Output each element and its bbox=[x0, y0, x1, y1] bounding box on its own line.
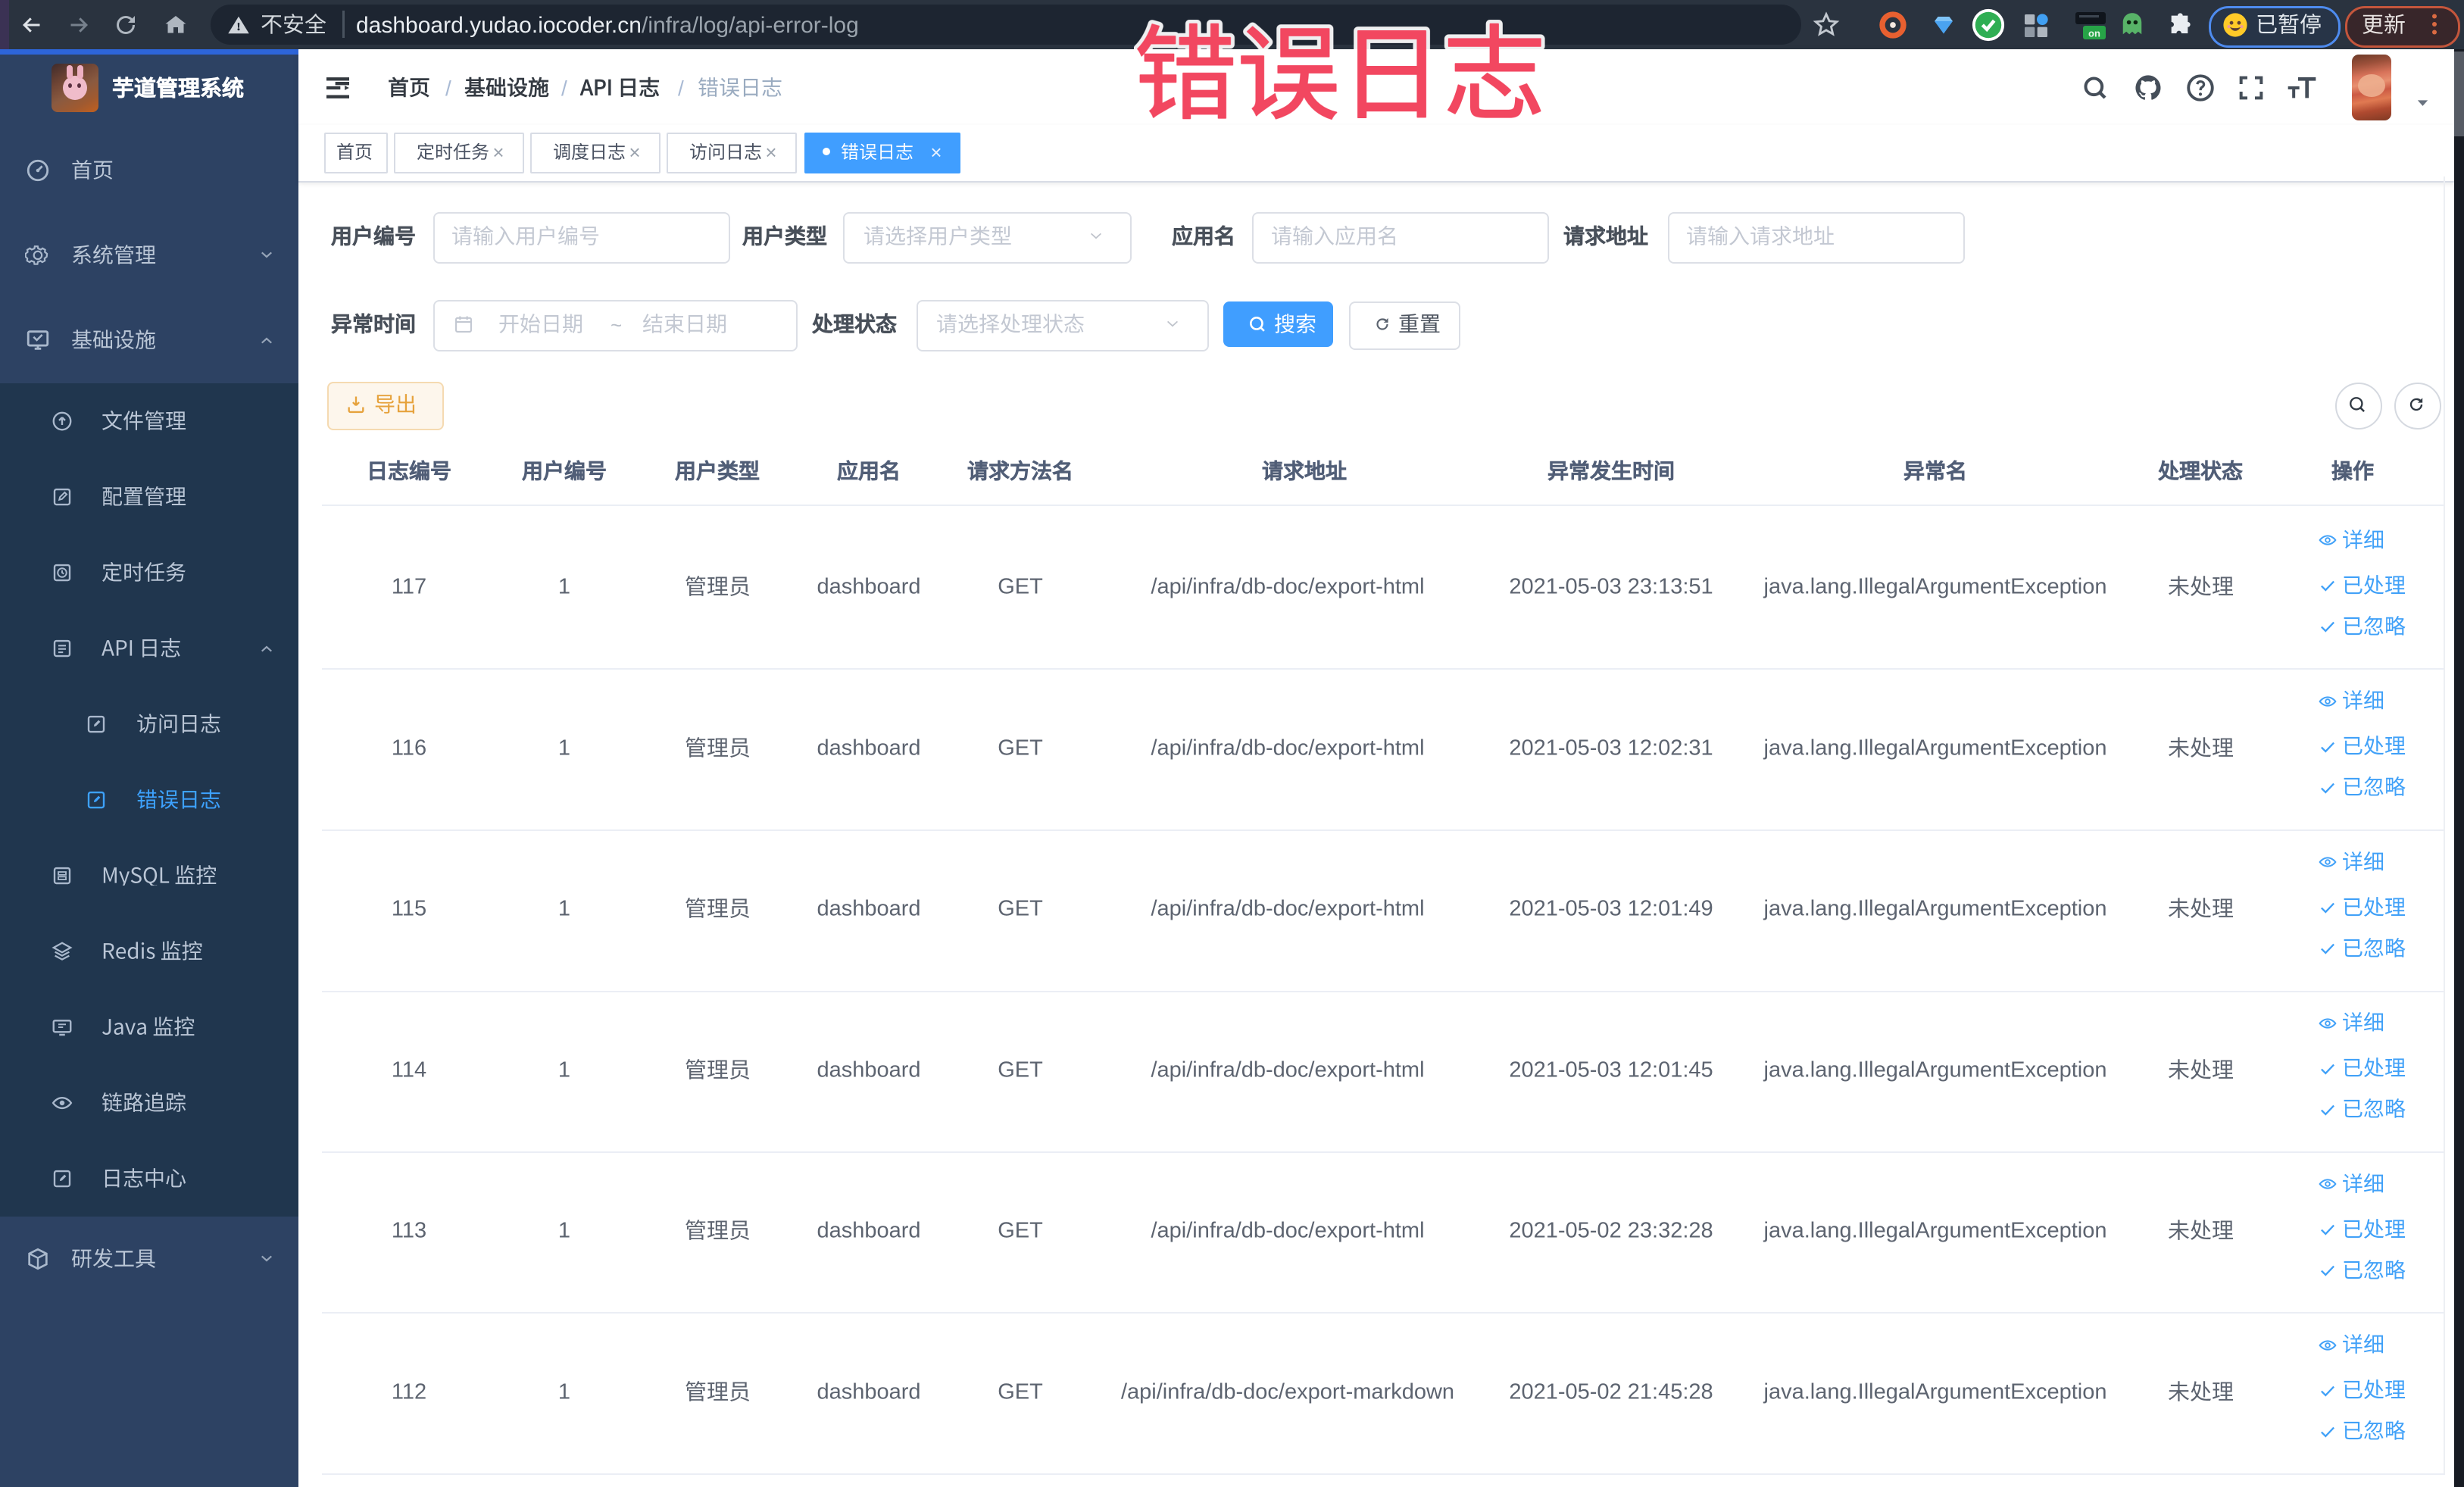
svg-text:on: on bbox=[2088, 28, 2100, 39]
